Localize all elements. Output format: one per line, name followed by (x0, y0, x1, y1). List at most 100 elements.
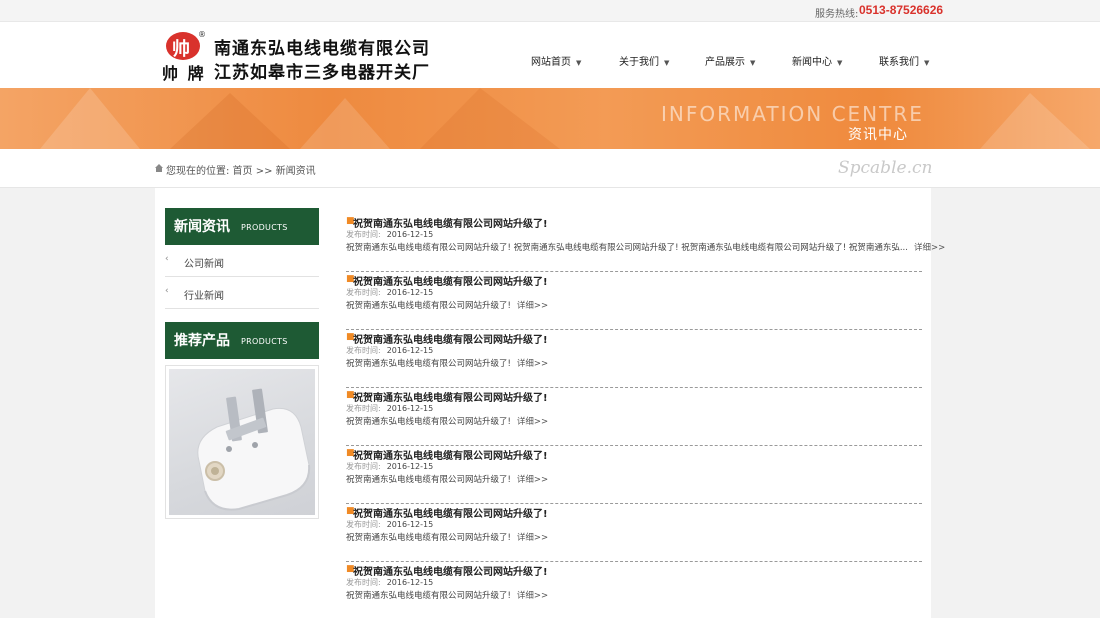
more-link[interactable]: 详细>> (914, 243, 945, 253)
news-date: 发布时间: 2016-12-15 (346, 287, 433, 298)
date-label: 发布时间: (346, 288, 381, 297)
chevron-down-icon: ▼ (664, 59, 670, 67)
nav-item-about[interactable]: 关于我们 ▼ (619, 53, 669, 68)
news-date: 发布时间: 2016-12-15 (346, 461, 433, 472)
summary-text: 祝贺南通东弘电线电缆有限公司网站升级了! (346, 591, 511, 601)
news-item: ■ 祝贺南通东弘电线电缆有限公司网站升级了! 发布时间: 2016-12-15 祝… (346, 330, 922, 388)
banner-title-en: INFORMATION CENTRE (661, 102, 924, 126)
chevron-down-icon: ▼ (837, 59, 843, 67)
banner-title-cn: 资讯中心 (848, 127, 908, 143)
news-date: 发布时间: 2016-12-15 (346, 229, 433, 240)
sidebar-news-title: 新闻资讯 (174, 219, 230, 235)
date-value: 2016-12-15 (386, 520, 434, 529)
date-value: 2016-12-15 (386, 230, 434, 239)
news-item: ■ 祝贺南通东弘电线电缆有限公司网站升级了! 发布时间: 2016-12-15 祝… (346, 214, 945, 272)
site-watermark: Spcable.cn (838, 158, 933, 178)
more-link[interactable]: 详细>> (517, 475, 548, 485)
news-title[interactable]: 祝贺南通东弘电线电缆有限公司网站升级了! (353, 331, 548, 346)
date-label: 发布时间: (346, 578, 381, 587)
summary-text: 祝贺南通东弘电线电缆有限公司网站升级了! (346, 533, 511, 543)
sidebar-item-company-news[interactable]: ‹ 公司新闻 (165, 245, 319, 277)
chevron-down-icon: ▼ (576, 59, 582, 67)
date-label: 发布时间: (346, 520, 381, 529)
plug-icon (197, 388, 311, 511)
breadcrumb[interactable]: 您现在的位置: 首页 >> 新闻资讯 (166, 162, 316, 177)
home-icon (155, 164, 163, 172)
news-item: ■ 祝贺南通东弘电线电缆有限公司网站升级了! 发布时间: 2016-12-15 祝… (346, 446, 922, 504)
summary-text: 祝贺南通东弘电线电缆有限公司网站升级了! (346, 417, 511, 427)
date-label: 发布时间: (346, 462, 381, 471)
summary-text: 祝贺南通东弘电线电缆有限公司网站升级了! (346, 359, 511, 369)
more-link[interactable]: 详细>> (517, 591, 548, 601)
logo-emblem-icon: 帅 (166, 32, 200, 60)
news-title[interactable]: 祝贺南通东弘电线电缆有限公司网站升级了! (353, 447, 548, 462)
news-title[interactable]: 祝贺南通东弘电线电缆有限公司网站升级了! (353, 563, 548, 578)
date-label: 发布时间: (346, 230, 381, 239)
sidebar-news-header: 新闻资讯 PRODUCTS (165, 208, 319, 245)
news-title[interactable]: 祝贺南通东弘电线电缆有限公司网站升级了! (353, 273, 548, 288)
news-item: ■ 祝贺南通东弘电线电缆有限公司网站升级了! 发布时间: 2016-12-15 祝… (346, 272, 922, 330)
date-value: 2016-12-15 (386, 404, 434, 413)
news-date: 发布时间: 2016-12-15 (346, 519, 433, 530)
sidebar-recommended-header: 推荐产品 PRODUCTS (165, 322, 319, 359)
news-item: ■ 祝贺南通东弘电线电缆有限公司网站升级了! 发布时间: 2016-12-15 祝… (346, 388, 922, 446)
more-link[interactable]: 详细>> (517, 359, 548, 369)
nav-label: 新闻中心 (792, 57, 832, 68)
logo-brand-text: 帅 牌 (162, 64, 206, 83)
news-summary: 祝贺南通东弘电线电缆有限公司网站升级了! 详细>> (346, 473, 548, 485)
sidebar-item-label: 行业新闻 (184, 291, 224, 302)
top-bar: 服务热线: 0513-87526626 (0, 0, 1100, 22)
recommended-product[interactable] (165, 365, 319, 519)
registered-mark: ® (198, 30, 206, 39)
sidebar-news-subtitle: PRODUCTS (241, 223, 288, 232)
summary-text: 祝贺南通东弘电线电缆有限公司网站升级了! 祝贺南通东弘电线电缆有限公司网站升级了… (346, 243, 908, 253)
news-title[interactable]: 祝贺南通东弘电线电缆有限公司网站升级了! (353, 215, 548, 230)
nav-label: 关于我们 (619, 57, 659, 68)
nav-item-news[interactable]: 新闻中心 ▼ (792, 53, 842, 68)
news-title[interactable]: 祝贺南通东弘电线电缆有限公司网站升级了! (353, 505, 548, 520)
nav-item-contact[interactable]: 联系我们 ▼ (879, 53, 929, 68)
more-link[interactable]: 详细>> (517, 301, 548, 311)
news-date: 发布时间: 2016-12-15 (346, 403, 433, 414)
nav-label: 产品展示 (705, 57, 745, 68)
date-label: 发布时间: (346, 346, 381, 355)
chevron-down-icon: ▼ (924, 59, 930, 67)
nav-item-products[interactable]: 产品展示 ▼ (705, 53, 755, 68)
breadcrumb-bar: 您现在的位置: 首页 >> 新闻资讯 Spcable.cn (0, 149, 1100, 188)
summary-text: 祝贺南通东弘电线电缆有限公司网站升级了! (346, 475, 511, 485)
news-summary: 祝贺南通东弘电线电缆有限公司网站升级了! 详细>> (346, 357, 548, 369)
product-image (169, 369, 315, 515)
news-summary: 祝贺南通东弘电线电缆有限公司网站升级了! 详细>> (346, 415, 548, 427)
news-date: 发布时间: 2016-12-15 (346, 345, 433, 356)
hotline-number[interactable]: 0513-87526626 (859, 3, 943, 17)
news-summary: 祝贺南通东弘电线电缆有限公司网站升级了! 详细>> (346, 531, 548, 543)
more-link[interactable]: 详细>> (517, 533, 548, 543)
logo[interactable]: 帅 ® 帅 牌 (162, 30, 208, 83)
sidebar-item-label: 公司新闻 (184, 259, 224, 270)
page-banner: INFORMATION CENTRE 资讯中心 (0, 88, 1100, 149)
banner-decoration (40, 88, 1090, 149)
sidebar-recommended-subtitle: PRODUCTS (241, 337, 288, 346)
date-value: 2016-12-15 (386, 288, 434, 297)
news-item: ■ 祝贺南通东弘电线电缆有限公司网站升级了! 发布时间: 2016-12-15 祝… (346, 504, 922, 562)
sidebar-item-industry-news[interactable]: ‹ 行业新闻 (165, 277, 319, 309)
site-header: 帅 ® 帅 牌 南通东弘电线电缆有限公司 江苏如皋市三多电器开关厂 网站首页 ▼ … (0, 22, 1100, 88)
chevron-down-icon: ▼ (750, 59, 756, 67)
news-title[interactable]: 祝贺南通东弘电线电缆有限公司网站升级了! (353, 389, 548, 404)
date-value: 2016-12-15 (386, 346, 434, 355)
news-summary: 祝贺南通东弘电线电缆有限公司网站升级了! 祝贺南通东弘电线电缆有限公司网站升级了… (346, 241, 945, 253)
date-label: 发布时间: (346, 404, 381, 413)
company-name-secondary: 江苏如皋市三多电器开关厂 (214, 63, 430, 83)
news-summary: 祝贺南通东弘电线电缆有限公司网站升级了! 详细>> (346, 589, 548, 601)
news-item: ■ 祝贺南通东弘电线电缆有限公司网站升级了! 发布时间: 2016-12-15 祝… (346, 562, 922, 618)
summary-text: 祝贺南通东弘电线电缆有限公司网站升级了! (346, 301, 511, 311)
more-link[interactable]: 详细>> (517, 417, 548, 427)
date-value: 2016-12-15 (386, 578, 434, 587)
news-summary: 祝贺南通东弘电线电缆有限公司网站升级了! 详细>> (346, 299, 548, 311)
nav-item-home[interactable]: 网站首页 ▼ (531, 53, 581, 68)
nav-label: 网站首页 (531, 57, 571, 68)
hotline-label: 服务热线: (815, 9, 859, 20)
company-name-primary: 南通东弘电线电缆有限公司 (214, 39, 430, 59)
sidebar-recommended-title: 推荐产品 (174, 333, 230, 349)
date-value: 2016-12-15 (386, 462, 434, 471)
